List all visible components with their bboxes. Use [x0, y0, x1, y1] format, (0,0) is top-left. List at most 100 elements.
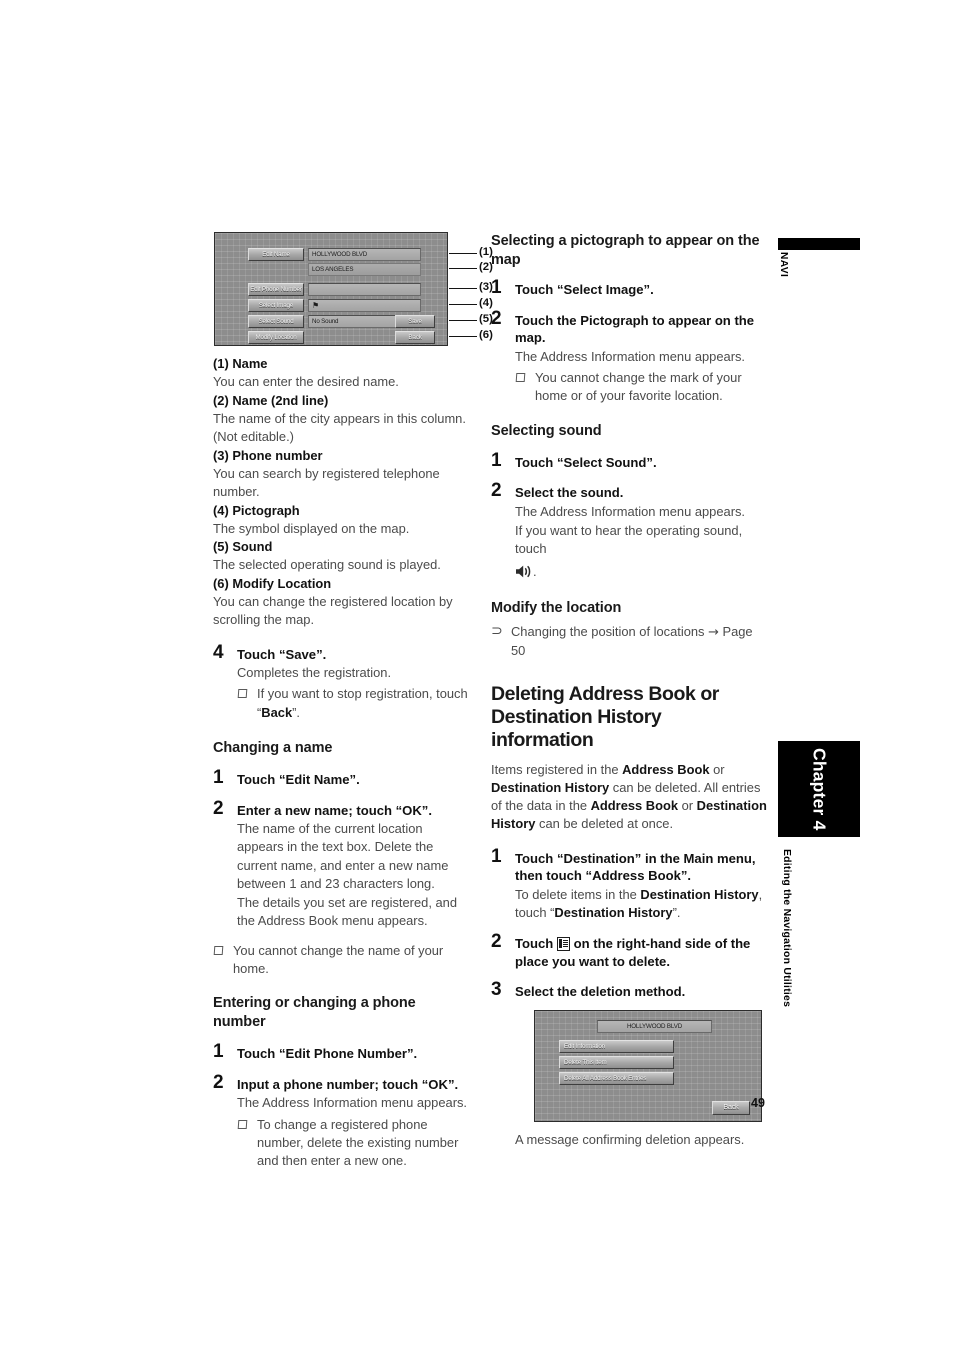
step-title: Touch the Pictograph to appear on the ma… [515, 312, 755, 346]
deleting-intro-paragraph: Items registered in the Address Book or … [491, 761, 767, 834]
step-body: The Address Information menu appears. [237, 1095, 468, 1111]
heading-entering-phone-number: Entering or changing a phone number [213, 995, 416, 1031]
desc-body-6: You can change the registered location b… [213, 594, 453, 628]
step-number: 1 [491, 449, 502, 471]
body-pre: To delete items in the [515, 886, 641, 902]
step-select-deletion-method: 3 Select the deletion method. HOLLYWOOD … [491, 979, 767, 1149]
chapter-tab-box: Chapter 4 [778, 741, 860, 837]
step-touch-select-image: 1 Touch “Select Image”. [491, 278, 767, 299]
list-icon [556, 937, 570, 952]
step-body-1: The name of the current location appears… [237, 821, 449, 891]
speaker-icon [515, 564, 533, 579]
leader-line-4 [449, 304, 477, 306]
ui-phone-number-field[interactable] [308, 283, 421, 296]
heading-selecting-pictograph: Selecting a pictograph to appear on the … [491, 233, 760, 269]
reference-text: Changing the position of locations [511, 623, 705, 639]
arrow-right-icon: → [708, 624, 719, 640]
manual-page: Edit Name HOLLYWOOD BLVD LOS ANGELES Edi… [0, 0, 954, 1350]
title-pre: Touch [515, 936, 557, 952]
step-title: Input a phone number; touch “OK”. [237, 1076, 459, 1092]
intro-part-5: can be deleted at once. [535, 816, 674, 832]
step-enter-new-name: 2 Enter a new name; touch “OK”. The name… [213, 799, 471, 931]
step-body-2: The details you set are registered, and … [237, 895, 457, 929]
step-number: 1 [213, 767, 224, 789]
body-bold-1: Destination History [640, 886, 759, 902]
step-touch-edit-phone: 1 Touch “Edit Phone Number”. [213, 1041, 471, 1063]
ui-name-field[interactable]: HOLLYWOOD BLVD [308, 248, 421, 261]
ui-delete-back-button[interactable]: Back [712, 1100, 750, 1115]
step-body: Completes the registration. [237, 665, 392, 681]
ui-pictograph-field[interactable]: ⚑ [308, 299, 421, 312]
ui-edit-phone-number-button[interactable]: Edit Phone Number [248, 283, 304, 296]
step-number: 3 [491, 979, 502, 1001]
ui-edit-information-button[interactable]: Edit Information [559, 1039, 674, 1053]
note-stop-registration: If you want to stop registration, touch … [237, 685, 471, 722]
ui-name-2nd-line-field: LOS ANGELES [308, 263, 421, 276]
note-cannot-change-home-name: You cannot change the name of your home. [213, 942, 471, 979]
step-number: 1 [213, 1041, 224, 1063]
right-column: Selecting a pictograph to appear on the … [491, 232, 767, 1149]
left-column: Edit Name HOLLYWOOD BLVD LOS ANGELES Edi… [213, 232, 493, 1171]
step-title: Touch on the right-hand side of the plac… [515, 935, 767, 970]
desc-heading-2: (2) Name (2nd line) [213, 392, 329, 408]
note-text-post: ”. [292, 704, 300, 720]
step-number: 2 [213, 1071, 224, 1093]
note-change-registered-number: To change a registered phone number, del… [237, 1116, 471, 1171]
step-body: To delete items in the Destination Histo… [515, 886, 767, 923]
step-touch-pictograph: 2 Touch the Pictograph to appear on the … [491, 307, 767, 406]
desc-heading-1: (1) Name [213, 356, 268, 371]
step-number: 2 [491, 480, 502, 502]
desc-heading-4: (4) Pictograph [213, 502, 300, 518]
step-title: Touch “Select Image”. [515, 282, 654, 298]
step-title: Touch “Destination” in the Main menu, th… [515, 850, 756, 884]
ui-save-button[interactable]: Save [395, 315, 435, 328]
navi-tab-bar [778, 238, 860, 250]
note-text-bold: Back [261, 704, 293, 720]
ui-select-image-button[interactable]: Select Image [248, 299, 304, 312]
step-input-phone: 2 Input a phone number; touch “OK”. The … [213, 1071, 471, 1171]
figure-caption-delete: A message confirming deletion appears. [515, 1131, 745, 1147]
desc-body-4: The symbol displayed on the map. [213, 520, 410, 536]
step-title: Enter a new name; touch “OK”. [237, 802, 432, 818]
reference-arrow-icon: ⊃ [491, 622, 503, 639]
ui-modify-location-button[interactable]: Modify Location [248, 331, 304, 344]
desc-heading-6: (6) Modify Location [213, 575, 332, 591]
cross-reference-changing-position: ⊃ Changing the position of locations → Pa… [491, 623, 767, 661]
leader-line-6 [449, 336, 477, 338]
step-number: 2 [491, 307, 502, 329]
ui-delete-all-entries-button[interactable]: Delete All Address Book Entries [559, 1071, 674, 1085]
page-number: 49 [751, 1096, 765, 1110]
step-touch-select-sound: 1 Touch “Select Sound”. [491, 449, 767, 472]
leader-line-1 [449, 253, 477, 255]
step-body-2: If you want to hear the operating sound,… [515, 522, 767, 559]
step-title: Select the deletion method. [515, 984, 686, 1000]
ui-edit-name-button[interactable]: Edit Name [248, 248, 304, 261]
leader-line-3 [449, 288, 477, 290]
navi-tab-label: NAVI [778, 252, 789, 278]
intro-bold-address-book-2: Address Book [590, 798, 679, 814]
ui-delete-this-item-button[interactable]: Delete This Item [559, 1055, 674, 1069]
desc-body-2: The name of the city appears in this col… [213, 410, 466, 445]
chapter-subtitle: Editing the Navigation Utilities [781, 849, 792, 1008]
step-title: Touch “Edit Phone Number”. [237, 1046, 418, 1062]
step-number: 4 [213, 641, 224, 663]
figure-address-info: Edit Name HOLLYWOOD BLVD LOS ANGELES Edi… [213, 232, 493, 346]
heading-deleting-address-book: Deleting Address Book or Destination His… [491, 682, 719, 752]
body-post: ”. [672, 905, 681, 921]
intro-part-4: or [678, 798, 697, 814]
ui-delete-title-field: HOLLYWOOD BLVD [597, 1019, 712, 1033]
heading-selecting-sound: Selecting sound [491, 422, 602, 439]
ui-back-button[interactable]: Back [395, 331, 435, 344]
step-body: The Address Information menu appears. [515, 348, 746, 364]
heading-changing-a-name: Changing a name [213, 739, 333, 756]
speaker-icon-period: . [533, 563, 537, 579]
step-number: 1 [491, 845, 502, 867]
speaker-icon-line: . [515, 563, 767, 581]
intro-part-1: Items registered in the [491, 761, 623, 777]
ui-select-sound-button[interactable]: Select Sound [248, 315, 304, 328]
step-title: Touch “Edit Name”. [237, 772, 360, 788]
navi-address-info-screen: Edit Name HOLLYWOOD BLVD LOS ANGELES Edi… [214, 232, 448, 346]
chapter-tab-label: Chapter 4 [809, 747, 830, 831]
intro-bold-destination-history: Destination History [491, 779, 610, 795]
desc-body-1: You can enter the desired name. [213, 374, 399, 390]
